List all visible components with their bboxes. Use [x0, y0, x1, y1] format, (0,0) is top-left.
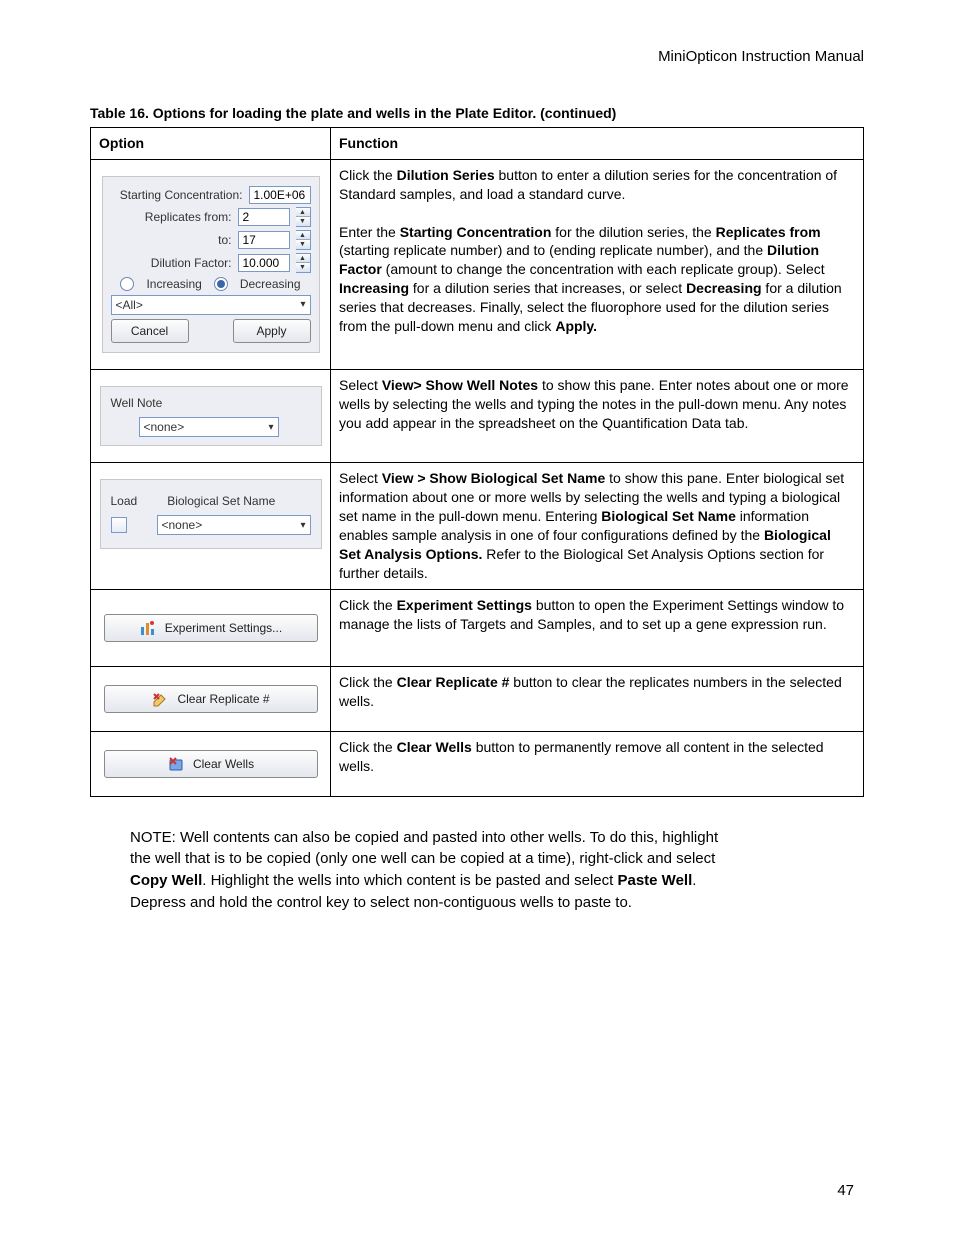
clear-wells-icon	[167, 755, 185, 773]
clear-replicate-label: Clear Replicate #	[177, 691, 269, 707]
chevron-down-icon: ▾	[300, 298, 305, 312]
well-note-select[interactable]: <none> ▾	[139, 417, 279, 437]
col-option-header: Option	[91, 128, 331, 160]
row-clear-wells: Clear Wells Click the Clear Wells button…	[91, 731, 864, 796]
row-clear-replicate: Clear Replicate # Click the Clear Replic…	[91, 666, 864, 731]
dilution-factor-input[interactable]	[238, 254, 290, 272]
page-number: 47	[837, 1182, 854, 1199]
experiment-settings-label: Experiment Settings...	[165, 620, 282, 636]
starting-conc-input[interactable]	[249, 186, 311, 204]
col-function-header: Function	[331, 128, 864, 160]
load-checkbox[interactable]	[111, 517, 127, 533]
row-biological-set: Load Biological Set Name <none> ▾ Select…	[91, 463, 864, 589]
chevron-down-icon: ▾	[268, 421, 273, 435]
dilution-factor-spinner[interactable]: ▲▼	[296, 253, 311, 273]
doc-header: MiniOpticon Instruction Manual	[90, 48, 864, 65]
replicates-to-input[interactable]	[238, 231, 290, 249]
fluorophore-select[interactable]: <All> ▾	[111, 295, 311, 315]
replicates-to-spinner[interactable]: ▲▼	[296, 230, 311, 250]
eraser-icon	[151, 690, 169, 708]
row-dilution-series: Starting Concentration: Replicates from:…	[91, 159, 864, 369]
clear-replicate-button[interactable]: Clear Replicate #	[104, 685, 318, 713]
apply-button[interactable]: Apply	[233, 319, 311, 343]
load-label: Load	[111, 493, 138, 509]
fluorophore-value: <All>	[116, 297, 143, 313]
biological-set-label: Biological Set Name	[167, 493, 275, 509]
cancel-button[interactable]: Cancel	[111, 319, 189, 343]
biological-set-function-text: Select View > Show Biological Set Name t…	[331, 463, 864, 589]
replicates-to-label: to:	[111, 232, 232, 248]
replicates-from-spinner[interactable]: ▲▼	[296, 207, 311, 227]
clear-replicate-function-text: Click the Clear Replicate # button to cl…	[331, 666, 864, 731]
options-table: Option Function Starting Concentration: …	[90, 127, 864, 797]
clear-wells-label: Clear Wells	[193, 756, 254, 772]
dilution-function-text: Click the Dilution Series button to ente…	[331, 159, 864, 369]
row-experiment-settings: Experiment Settings... Click the Experim…	[91, 589, 864, 666]
replicates-from-label: Replicates from:	[111, 209, 232, 225]
clear-wells-button[interactable]: Clear Wells	[104, 750, 318, 778]
experiment-settings-button[interactable]: Experiment Settings...	[104, 614, 318, 642]
clear-wells-function-text: Click the Clear Wells button to permanen…	[331, 731, 864, 796]
well-note-panel: Well Note <none> ▾	[100, 386, 322, 446]
well-note-label: Well Note	[111, 395, 311, 411]
experiment-icon	[139, 619, 157, 637]
replicates-from-input[interactable]	[238, 208, 290, 226]
well-note-value: <none>	[144, 419, 185, 435]
well-note-function-text: Select View> Show Well Notes to show thi…	[331, 370, 864, 463]
increasing-radio[interactable]	[120, 277, 134, 291]
row-well-note: Well Note <none> ▾ Select View> Show Wel…	[91, 370, 864, 463]
starting-conc-label: Starting Concentration:	[111, 187, 243, 203]
biological-set-value: <none>	[162, 517, 203, 533]
experiment-settings-function-text: Click the Experiment Settings button to …	[331, 589, 864, 666]
biological-set-panel: Load Biological Set Name <none> ▾	[100, 479, 322, 549]
chevron-down-icon: ▾	[300, 519, 305, 533]
increasing-label: Increasing	[146, 276, 201, 292]
dilution-factor-label: Dilution Factor:	[111, 255, 232, 271]
table-caption: Table 16. Options for loading the plate …	[90, 105, 864, 121]
decreasing-label: Decreasing	[240, 276, 301, 292]
dilution-panel: Starting Concentration: Replicates from:…	[102, 176, 320, 353]
biological-set-select[interactable]: <none> ▾	[157, 515, 311, 535]
footnote: NOTE: Well contents can also be copied a…	[130, 827, 730, 914]
decreasing-radio[interactable]	[214, 277, 228, 291]
